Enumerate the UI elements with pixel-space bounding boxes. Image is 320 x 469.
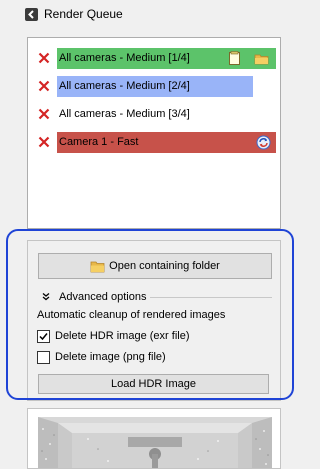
advanced-options-toggle[interactable]: Advanced options	[59, 291, 146, 303]
checkmark-icon	[39, 333, 48, 341]
delete-hdr-checkbox[interactable]	[37, 330, 50, 343]
queue-item[interactable]: All cameras - Medium [3/4]	[28, 104, 280, 125]
queue-item-label: Camera 1 - Fast	[59, 136, 139, 148]
chevron-down-icon[interactable]	[41, 292, 51, 302]
folder-icon	[90, 261, 105, 272]
divider	[150, 297, 272, 298]
cleanup-heading: Automatic cleanup of rendered images	[37, 309, 226, 321]
queue-item[interactable]: All cameras - Medium [1/4]	[28, 48, 280, 69]
queue-item[interactable]: All cameras - Medium [2/4]	[28, 76, 280, 97]
queue-item-bar: All cameras - Medium [3/4]	[57, 104, 253, 125]
open-folder-label: Open containing folder	[109, 260, 220, 272]
delete-png-checkbox[interactable]	[37, 351, 50, 364]
remove-icon[interactable]	[38, 108, 50, 120]
title-bar: Render Queue	[0, 0, 297, 30]
remove-icon[interactable]	[38, 52, 50, 64]
document-icon[interactable]	[227, 51, 242, 66]
window-title: Render Queue	[44, 7, 123, 21]
queue-item-label: All cameras - Medium [1/4]	[59, 52, 190, 64]
render-preview-image	[27, 408, 281, 469]
folder-icon[interactable]	[254, 51, 269, 66]
options-panel: Open containing folder Advanced options …	[27, 240, 281, 401]
queue-item-bar: All cameras - Medium [1/4]	[57, 48, 276, 69]
render-queue-list[interactable]: All cameras - Medium [1/4] All cameras -…	[27, 37, 281, 229]
refresh-icon[interactable]	[256, 135, 271, 150]
queue-item-label: All cameras - Medium [2/4]	[59, 80, 190, 92]
queue-item-label: All cameras - Medium [3/4]	[59, 108, 190, 120]
queue-item-bar: All cameras - Medium [2/4]	[57, 76, 253, 97]
open-folder-button[interactable]: Open containing folder	[38, 253, 272, 279]
queue-item[interactable]: Camera 1 - Fast	[28, 132, 280, 153]
remove-icon[interactable]	[38, 80, 50, 92]
queue-item-bar: Camera 1 - Fast	[57, 132, 276, 153]
remove-icon[interactable]	[38, 136, 50, 148]
load-hdr-button[interactable]: Load HDR Image	[38, 374, 269, 394]
delete-png-label[interactable]: Delete image (png file)	[55, 351, 166, 363]
delete-hdr-label[interactable]: Delete HDR image (exr file)	[55, 330, 189, 342]
load-hdr-label: Load HDR Image	[111, 378, 196, 390]
back-arrow-icon[interactable]	[25, 8, 38, 21]
